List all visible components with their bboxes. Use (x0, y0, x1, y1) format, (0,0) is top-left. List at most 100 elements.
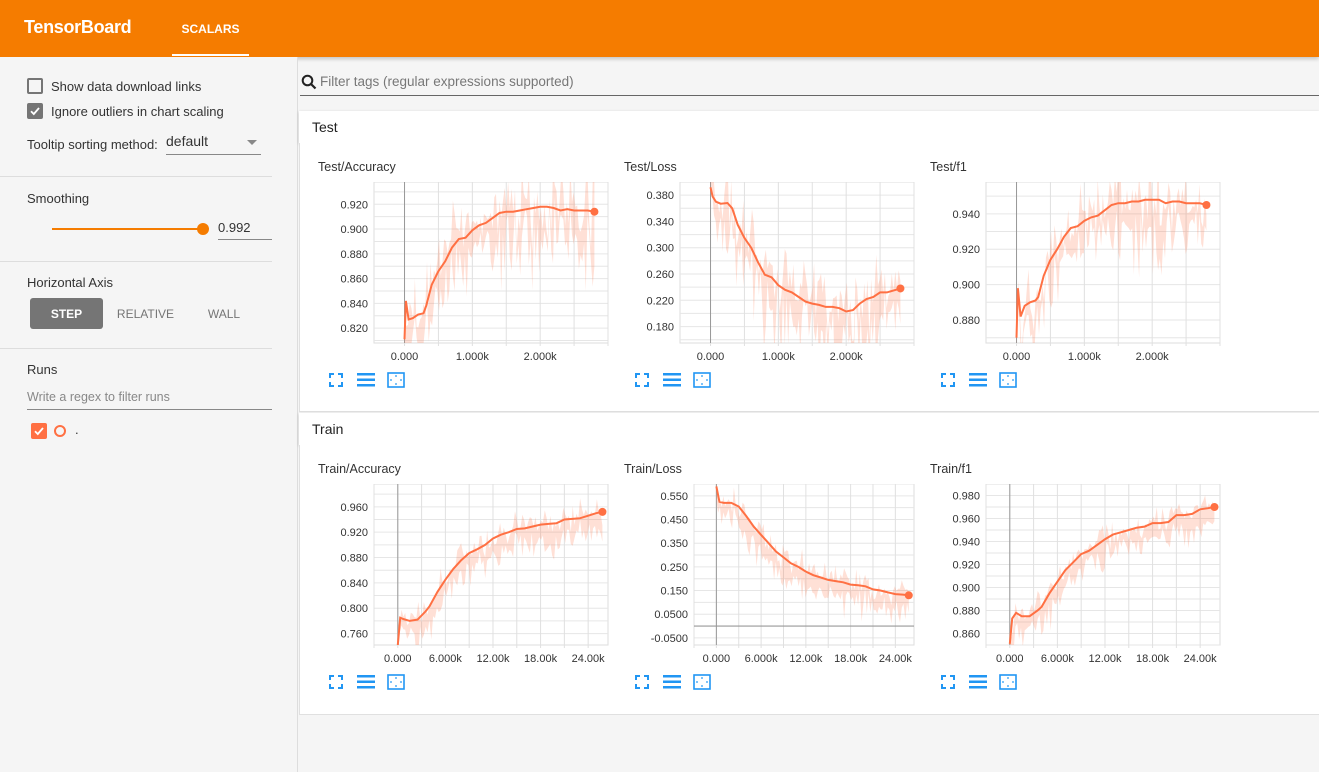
y-tick-label: 0.150 (660, 586, 688, 598)
x-tick-label: 1.000k (1068, 351, 1102, 363)
fit-domain-icon[interactable] (692, 673, 712, 691)
y-tick-label: 0.880 (952, 315, 980, 327)
y-tick-label: 0.880 (952, 606, 980, 618)
y-tick-label: 0.940 (952, 209, 980, 221)
search-icon (301, 74, 317, 90)
x-tick-label: 6.000k (745, 653, 779, 665)
y-tick-label: 0.940 (952, 537, 980, 549)
x-tick-label: 0.000 (996, 653, 1024, 665)
y-tick-label: 0.380 (646, 190, 674, 202)
smoothing-slider-handle[interactable] (197, 223, 209, 235)
x-tick-label: 18.00k (1136, 653, 1170, 665)
x-tick-label: 0.000 (391, 351, 419, 363)
fullscreen-icon[interactable] (938, 673, 958, 691)
ignore-outliers-label: Ignore outliers in chart scaling (51, 103, 224, 119)
tab-scalars[interactable]: SCALARS (172, 0, 249, 57)
axis-relative-button[interactable]: RELATIVE (108, 298, 183, 329)
y-tick-label: 0.340 (646, 216, 674, 228)
fullscreen-icon[interactable] (326, 371, 346, 389)
group-title: Test (312, 119, 338, 135)
x-tick-label: 2.000k (1136, 351, 1170, 363)
chart-card: Test/Loss 0.180 0.220 0.260 0.300 0.340 0.380 0… (624, 160, 924, 390)
smoothing-value-input[interactable]: 0.992 (218, 218, 272, 240)
y-tick-label: 0.0500 (654, 609, 688, 621)
x-tick-label: 2.000k (524, 351, 558, 363)
chart-card: Train/Accuracy 0.760 0.800 0.840 0.880 0.920 0… (318, 462, 618, 692)
y-tick-label: 0.880 (340, 553, 368, 565)
fit-domain-icon[interactable] (386, 371, 406, 389)
line-chart: 0.860 0.880 0.900 0.920 0.940 0.960 0.980 0.000… (952, 484, 1221, 665)
x-tick-label: 0.000 (384, 653, 412, 665)
x-tick-label: 18.00k (524, 653, 558, 665)
y-tick-label: 0.820 (340, 323, 368, 335)
y-tick-label: 0.180 (646, 322, 674, 334)
fit-domain-icon[interactable] (386, 673, 406, 691)
ignore-outliers-checkbox[interactable]: Ignore outliers in chart scaling (27, 103, 224, 119)
top-app-bar: TensorBoard SCALARS (0, 0, 1319, 57)
line-chart: 0.820 0.840 0.860 0.880 0.900 0.920 0.000 1.000… (340, 182, 609, 363)
tooltip-sorting-select[interactable]: default (166, 133, 261, 155)
fit-domain-icon[interactable] (998, 673, 1018, 691)
axis-step-button[interactable]: STEP (30, 298, 103, 329)
fullscreen-icon[interactable] (632, 371, 652, 389)
checkbox-unchecked-icon[interactable] (27, 78, 43, 94)
y-tick-label: -0.0500 (651, 633, 688, 645)
line-chart: 0.880 0.900 0.920 0.940 0.000 1.000k 2.000k (952, 182, 1221, 363)
chart-title: Train/Accuracy (318, 462, 401, 476)
chart-title: Test/f1 (930, 160, 967, 174)
checkmark-icon (34, 427, 44, 436)
smoothing-label: Smoothing (27, 191, 90, 206)
chart-toolbar (326, 673, 406, 691)
y-tick-label: 0.960 (952, 514, 980, 526)
toggle-log-scale-icon[interactable] (968, 371, 988, 389)
x-tick-label: 2.000k (830, 351, 864, 363)
toggle-log-scale-icon[interactable] (356, 673, 376, 691)
group-title: Train (312, 421, 344, 437)
fit-domain-icon[interactable] (998, 371, 1018, 389)
y-tick-label: 0.260 (646, 269, 674, 281)
chart-card: Train/f1 0.860 0.880 0.900 0.920 0.940 0.960 0.… (930, 462, 1230, 692)
tag-filter-input[interactable]: Filter tags (regular expressions support… (300, 70, 1319, 96)
fullscreen-icon[interactable] (326, 673, 346, 691)
group-header-test[interactable]: Test (299, 111, 1319, 143)
tag-filter-placeholder: Filter tags (regular expressions support… (320, 74, 574, 89)
x-tick-label: 6.000k (1041, 653, 1075, 665)
fit-domain-icon[interactable] (692, 371, 712, 389)
dropdown-caret-icon (247, 140, 257, 145)
toggle-log-scale-icon[interactable] (662, 673, 682, 691)
last-point-marker (896, 284, 905, 293)
x-tick-label: 18.00k (834, 653, 868, 665)
checkbox-checked-icon[interactable] (27, 103, 43, 119)
divider (0, 261, 272, 262)
x-tick-label: 12.00k (1088, 653, 1122, 665)
run-checkbox[interactable] (31, 423, 47, 439)
smoothing-slider-track[interactable] (52, 228, 204, 230)
toggle-log-scale-icon[interactable] (662, 371, 682, 389)
runs-filter-input[interactable]: Write a regex to filter runs (27, 390, 272, 410)
x-tick-label: 0.000 (1003, 351, 1031, 363)
y-tick-label: 0.300 (646, 243, 674, 255)
y-tick-label: 0.900 (952, 583, 980, 595)
x-tick-label: 24.00k (572, 653, 606, 665)
run-color-indicator (54, 425, 66, 437)
y-tick-label: 0.900 (340, 224, 368, 236)
x-tick-label: 1.000k (456, 351, 490, 363)
y-tick-label: 0.250 (660, 562, 688, 574)
toggle-log-scale-icon[interactable] (968, 673, 988, 691)
active-tab-indicator (172, 54, 249, 56)
toggle-log-scale-icon[interactable] (356, 371, 376, 389)
chart-title: Test/Accuracy (318, 160, 396, 174)
divider (0, 176, 272, 177)
show-download-links-checkbox[interactable]: Show data download links (27, 78, 201, 94)
y-tick-label: 0.220 (646, 295, 674, 307)
fullscreen-icon[interactable] (938, 371, 958, 389)
y-tick-label: 0.920 (340, 527, 368, 539)
axis-wall-button[interactable]: WALL (190, 298, 258, 329)
y-tick-label: 0.800 (340, 603, 368, 615)
group-header-train[interactable]: Train (299, 413, 1319, 445)
chart-card: Test/f1 0.880 0.900 0.920 0.940 0.000 1.000k 2.… (930, 160, 1230, 390)
fullscreen-icon[interactable] (632, 673, 652, 691)
chart-toolbar (326, 371, 406, 389)
y-tick-label: 0.760 (340, 629, 368, 641)
last-point-marker (904, 591, 913, 600)
